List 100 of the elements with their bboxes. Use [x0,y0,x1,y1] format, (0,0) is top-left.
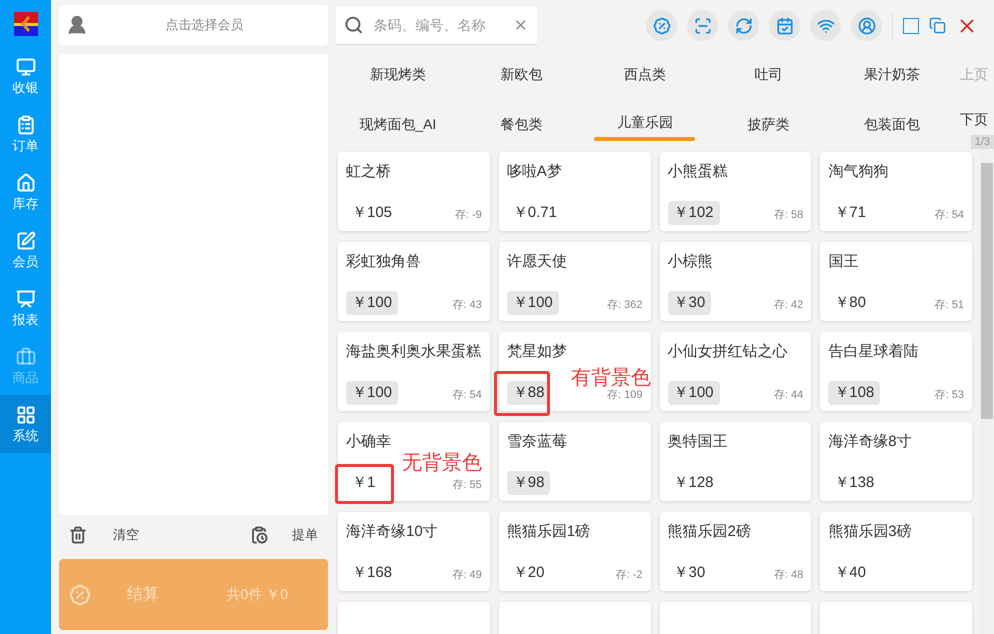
next-page-button[interactable]: 下页 [954,99,994,135]
category-tab[interactable]: 新现烤类 [336,49,460,99]
vip-user-icon [66,14,88,36]
stock-count: 存: 51 [934,298,964,312]
product-card[interactable]: 国王 ￥80 存: 51 [820,242,972,321]
product-name: 海盐奥利奥水果蛋糕 [346,342,482,362]
product-card[interactable]: 熊猫乐园2磅 ￥30 存: 48 [660,512,812,591]
toolbar-button[interactable] [769,10,800,41]
product-name: 小熊蛋糕 [668,162,728,182]
product-card[interactable]: 告白星球着陆 ￥108 存: 53 [820,332,972,411]
product-card[interactable]: 淘气狗狗 ￥71 存: 54 [820,152,972,231]
product-price: ￥100 [346,381,398,405]
product-card[interactable]: 小熊蛋糕 ￥102 存: 58 [660,152,812,231]
product-name: 小仙女拼红钻之心 [668,342,788,362]
coupon-icon [652,16,670,34]
search-icon [344,15,364,35]
stock-count: 存: -9 [454,208,482,222]
stock-count: 存: 362 [607,298,642,312]
product-card[interactable]: 奥特国王 ￥128 [660,422,812,501]
product-name: 海洋奇缘8寸 [828,432,913,452]
product-price: ￥100 [506,291,559,315]
stock-count: 存: 44 [774,388,804,402]
toolbar-button[interactable] [728,10,759,41]
product-card[interactable]: 海盐奥利奥水果蛋糕 ￥100 存: 54 [338,332,490,411]
product-price: ￥100 [668,381,720,405]
product-price: ￥0.71 [512,203,558,223]
hold-order-button[interactable]: 提单 [250,525,318,545]
product-price: ￥71 [833,203,867,223]
product-name: 淘气狗狗 [828,162,890,182]
product-name: 哆啦A梦 [506,162,563,182]
product-price: ￥30 [672,563,706,583]
product-price: ￥20 [512,563,546,583]
product-card[interactable]: 熊猫乐园3磅 ￥40 [820,512,972,591]
search-field[interactable]: 条码、编号、名称 [373,14,504,36]
product-price: ￥100 [346,291,398,315]
product-name: 小棕熊 [668,252,714,272]
category-tab[interactable]: 包装面包 [830,99,954,149]
product-card[interactable]: 小仙女拼红钻之心 ￥100 存: 44 [660,332,812,411]
product-card[interactable]: 许愿天使 ￥100 存: 362 [498,242,650,321]
product-card[interactable]: 熊猫乐园1磅 ￥20 存: -2 [498,512,650,591]
product-price: ￥80 [833,293,867,313]
product-price: ￥138 [833,473,876,493]
percent-badge-icon [69,584,91,606]
restore-icon [929,17,946,34]
nav-item[interactable]: 系统 [0,395,51,453]
search-box[interactable]: 条码、编号、名称 [336,6,537,44]
product-name: 小确幸 [346,432,392,452]
refresh-icon [734,16,752,34]
stock-count: 存: 53 [934,388,964,402]
product-card[interactable]: 雪奈蓝莓 ￥98 [498,422,650,501]
product-card[interactable]: 哆啦A梦 ￥0.71 [498,152,650,231]
category-tab[interactable]: 儿童乐园 [583,99,707,149]
clipboard-icon [16,115,36,135]
product-name: 虹之桥 [346,162,392,182]
calendar-icon [776,16,794,34]
minimize-button[interactable] [903,18,919,34]
category-tab[interactable]: 吐司 [706,49,830,99]
annotation-box [494,371,550,416]
product-name: 熊猫乐园3磅 [828,522,913,542]
product-price: ￥128 [672,473,715,493]
member-select-button[interactable]: 点击选择会员 [59,5,328,45]
edit-icon [16,231,36,251]
stock-count: 存: 42 [774,298,804,312]
product-name: 彩虹独角兽 [346,252,422,272]
stock-count: 存: 55 [452,478,482,492]
product-name: 雪奈蓝莓 [506,432,568,452]
toolbar-button[interactable] [646,10,677,41]
product-name: 告白星球着陆 [828,342,920,362]
category-tab[interactable]: 西点类 [583,49,707,99]
product-price: ￥102 [668,201,720,225]
stock-count: 存: -2 [616,568,642,582]
product-card[interactable]: 虹之桥 ￥105 存: -9 [338,152,490,231]
product-card[interactable]: 彩虹独角兽 ￥100 存: 43 [338,242,490,321]
toolbar-button[interactable] [851,10,882,41]
product-name: 国王 [828,252,860,272]
product-name: 奥特国王 [668,432,728,452]
product-card[interactable]: 小棕熊 ￥30 存: 42 [660,242,812,321]
product-card[interactable]: 海洋奇缘8寸 ￥138 [820,422,972,501]
category-tab[interactable]: 披萨类 [706,99,830,149]
user-icon [858,16,876,34]
annotation-label: 有背景色 [570,366,651,389]
category-tab[interactable]: 果汁奶茶 [830,49,954,99]
category-tab[interactable]: 现烤面包_AI [336,99,460,149]
toolbar-button[interactable] [810,10,841,41]
stock-count: 存: 48 [774,568,804,582]
product-price: ￥40 [833,563,867,583]
stock-count: 存: 109 [607,388,642,402]
category-tab[interactable]: 新欧包 [460,49,584,99]
product-card[interactable]: 海洋奇缘10寸 ￥168 存: 49 [338,512,490,591]
monitor-icon [16,57,36,77]
clear-button[interactable]: 清空 [69,525,139,545]
annotation-label: 无背景色 [402,451,482,475]
briefcase-icon [16,347,36,367]
stock-count: 存: 58 [774,208,804,222]
toolbar-button[interactable] [687,10,718,41]
restore-button[interactable] [929,17,946,34]
product-name: 梵星如梦 [506,342,568,362]
product-price: ￥30 [668,291,712,315]
category-tab[interactable]: 餐包类 [460,99,584,149]
product-price: ￥105 [351,203,394,223]
